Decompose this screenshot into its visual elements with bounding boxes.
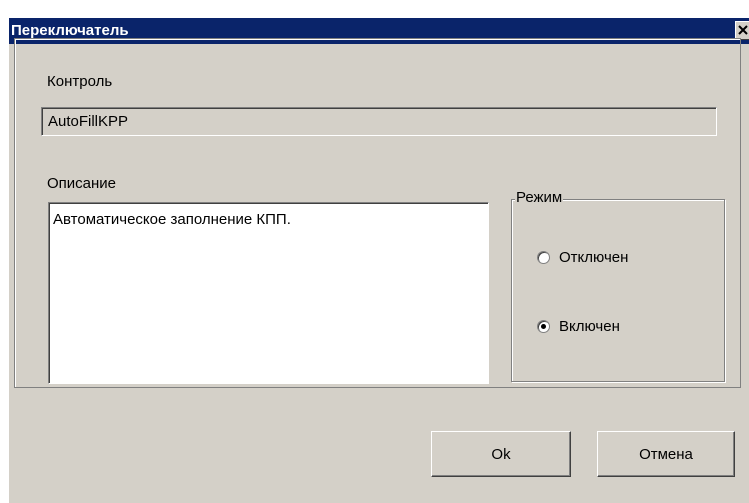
description-textarea[interactable]: Автоматическое заполнение КПП.: [48, 202, 489, 384]
close-icon: [738, 25, 748, 35]
mode-groupbox: [511, 199, 725, 382]
control-label: Контроль: [47, 73, 113, 90]
radio-on-circle[interactable]: [537, 320, 550, 333]
radio-off-label: Отключен: [559, 249, 629, 266]
radio-on-label: Включен: [559, 318, 620, 335]
radio-off-circle[interactable]: [537, 251, 550, 264]
description-label: Описание: [47, 175, 117, 192]
window-title: Переключатель: [11, 22, 129, 39]
radio-on[interactable]: Включен: [537, 318, 620, 335]
radio-off[interactable]: Отключен: [537, 249, 628, 266]
ok-button[interactable]: Ok: [431, 431, 571, 477]
cancel-button[interactable]: Отмена: [597, 431, 735, 477]
control-field[interactable]: AutoFillKPP: [41, 107, 717, 136]
mode-legend: Режим: [515, 189, 564, 206]
